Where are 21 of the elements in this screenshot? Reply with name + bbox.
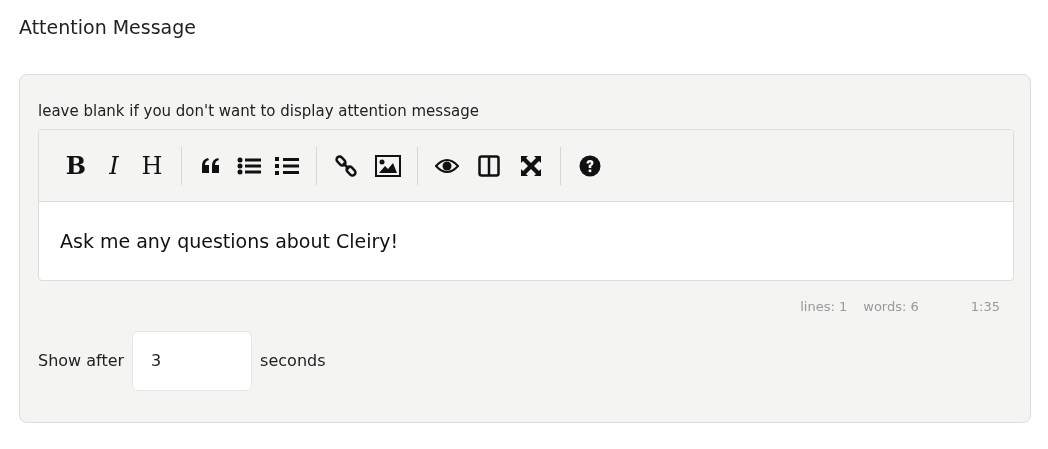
format-button[interactable]: H <box>135 148 169 183</box>
word-count: words: 6 <box>863 298 919 316</box>
editor-text-area[interactable]: Ask me any questions about Cleiry! <box>39 202 1013 280</box>
line-count: lines: 1 <box>800 298 848 316</box>
format-button[interactable]: I <box>97 148 131 183</box>
help-icon <box>579 154 601 177</box>
seconds-label: seconds <box>260 349 326 372</box>
section-heading: Attention Message <box>19 15 197 40</box>
columns-icon <box>478 154 500 177</box>
delay-seconds-field[interactable]: 3 <box>132 330 253 391</box>
link-icon <box>335 154 357 177</box>
delay-label: Show after <box>38 349 125 372</box>
hint-text: leave blank if you don't want to display attention message <box>38 101 480 122</box>
fullscreen-icon <box>520 154 542 177</box>
eye-icon <box>435 157 459 174</box>
cursor-position: 1:35 <box>970 298 1000 316</box>
format-button[interactable]: B <box>59 148 93 183</box>
bullet-list-icon <box>237 156 261 175</box>
quote-icon <box>202 157 220 174</box>
image-icon <box>375 154 401 177</box>
numbered-list-icon <box>275 155 299 176</box>
